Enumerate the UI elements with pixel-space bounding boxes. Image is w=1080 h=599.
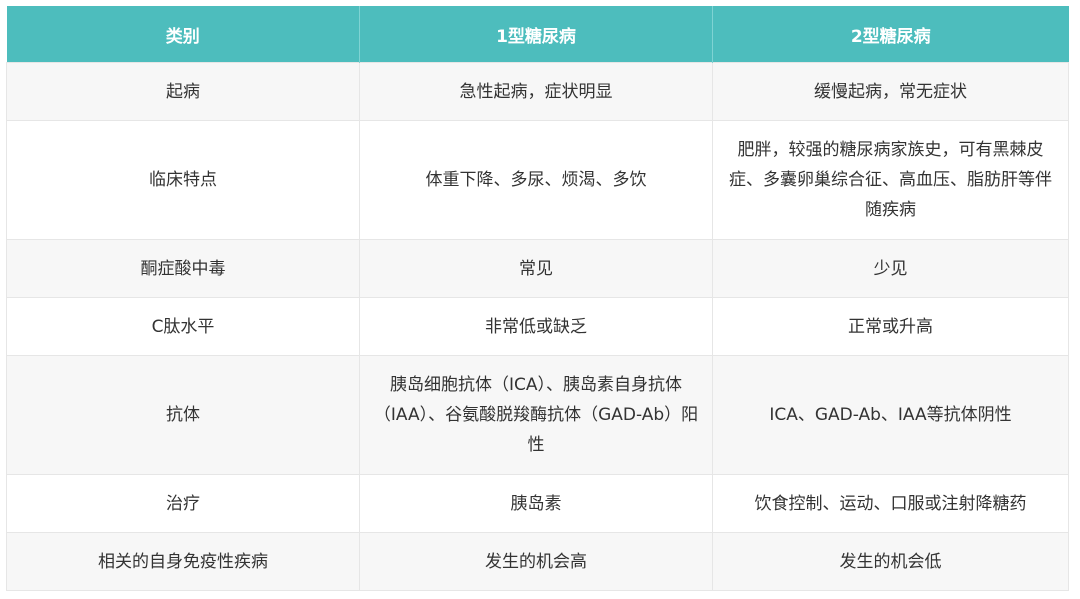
header-category: 类别 <box>6 6 360 63</box>
row-label: 酮症酸中毒 <box>6 239 360 298</box>
type1-cell: 胰岛素 <box>359 474 713 533</box>
table-header-row: 类别 1型糖尿病 2型糖尿病 <box>6 6 1069 63</box>
table-row-c-peptide: C肽水平 非常低或缺乏 正常或升高 <box>6 297 1069 356</box>
row-label: 治疗 <box>6 474 360 533</box>
table-row-ketoacidosis: 酮症酸中毒 常见 少见 <box>6 239 1069 298</box>
type1-cell: 体重下降、多尿、烦渴、多饮 <box>359 120 713 240</box>
comparison-table-container: 类别 1型糖尿病 2型糖尿病 起病 急性起病，症状明显 缓慢起病，常无症状 临床… <box>6 6 1069 591</box>
row-label: 起病 <box>6 62 360 121</box>
header-type1: 1型糖尿病 <box>359 6 713 63</box>
type1-cell: 非常低或缺乏 <box>359 297 713 356</box>
type2-cell: 缓慢起病，常无症状 <box>712 62 1069 121</box>
type1-cell: 急性起病，症状明显 <box>359 62 713 121</box>
type2-cell: ICA、GAD-Ab、IAA等抗体阴性 <box>712 355 1069 475</box>
type1-cell: 发生的机会高 <box>359 532 713 591</box>
row-label: 相关的自身免疫性疾病 <box>6 532 360 591</box>
diabetes-comparison-table: 类别 1型糖尿病 2型糖尿病 起病 急性起病，症状明显 缓慢起病，常无症状 临床… <box>6 6 1069 591</box>
table-row-antibodies: 抗体 胰岛细胞抗体（ICA）、胰岛素自身抗体（IAA）、谷氨酸脱羧酶抗体（GAD… <box>6 355 1069 475</box>
row-label: 抗体 <box>6 355 360 475</box>
type2-cell: 正常或升高 <box>712 297 1069 356</box>
table-row-treatment: 治疗 胰岛素 饮食控制、运动、口服或注射降糖药 <box>6 474 1069 533</box>
row-label: 临床特点 <box>6 120 360 240</box>
type2-cell: 少见 <box>712 239 1069 298</box>
type2-cell: 肥胖，较强的糖尿病家族史，可有黑棘皮症、多囊卵巢综合征、高血压、脂肪肝等伴随疾病 <box>712 120 1069 240</box>
table-row-autoimmune: 相关的自身免疫性疾病 发生的机会高 发生的机会低 <box>6 532 1069 591</box>
table-row-onset: 起病 急性起病，症状明显 缓慢起病，常无症状 <box>6 62 1069 121</box>
table-row-clinical: 临床特点 体重下降、多尿、烦渴、多饮 肥胖，较强的糖尿病家族史，可有黑棘皮症、多… <box>6 120 1069 240</box>
header-type2: 2型糖尿病 <box>712 6 1069 63</box>
type2-cell: 饮食控制、运动、口服或注射降糖药 <box>712 474 1069 533</box>
row-label: C肽水平 <box>6 297 360 356</box>
type1-cell: 常见 <box>359 239 713 298</box>
type2-cell: 发生的机会低 <box>712 532 1069 591</box>
type1-cell: 胰岛细胞抗体（ICA）、胰岛素自身抗体（IAA）、谷氨酸脱羧酶抗体（GAD-Ab… <box>359 355 713 475</box>
